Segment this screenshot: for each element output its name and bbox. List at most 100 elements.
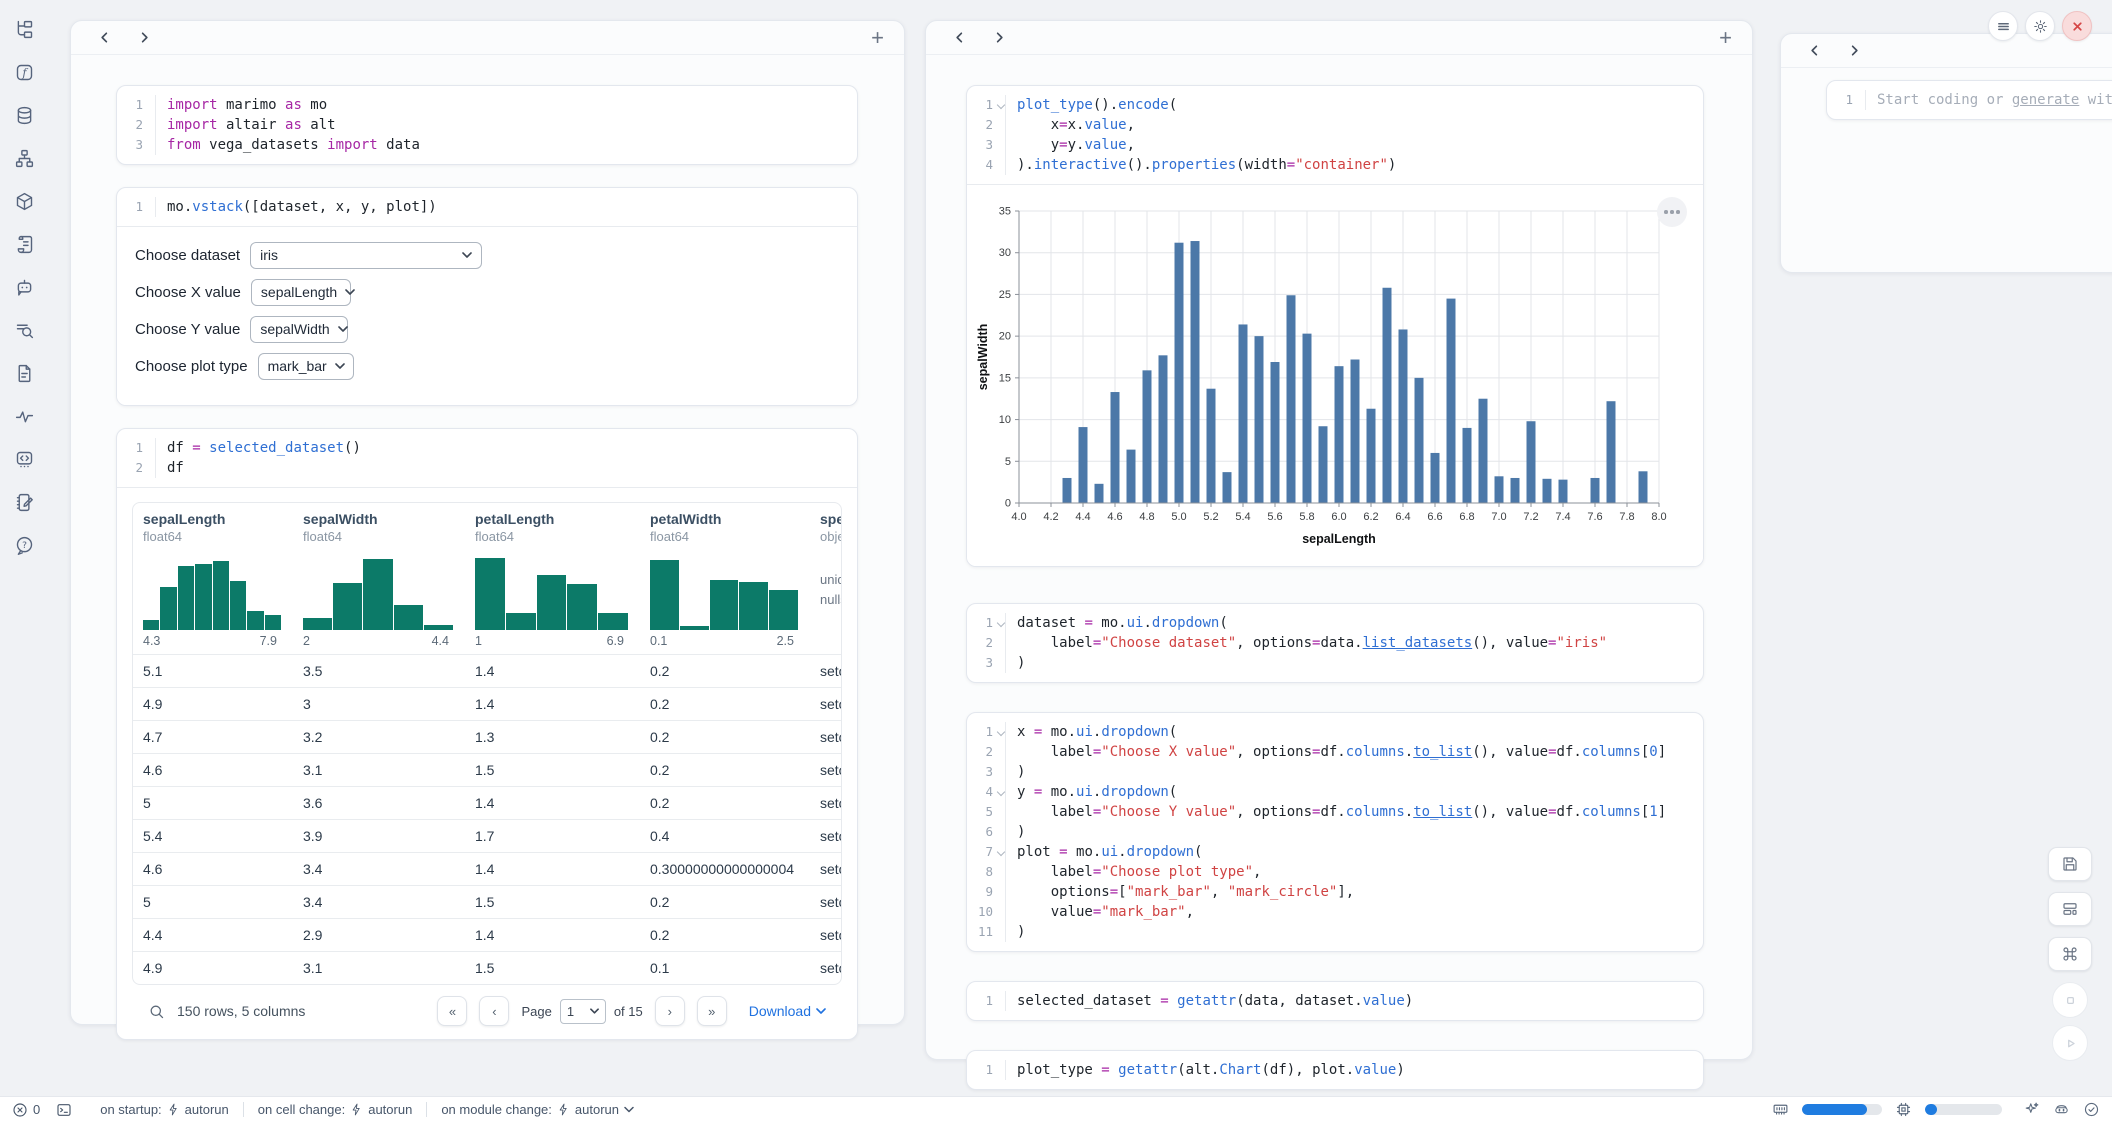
column-histogram	[143, 554, 281, 630]
sparkles-icon[interactable]	[2023, 1101, 2040, 1118]
code-editor[interactable]: 1selected_dataset = getattr(data, datase…	[967, 982, 1703, 1020]
code-line: 3 y=y.value,	[967, 135, 1703, 155]
plot-type-select[interactable]: mark_bar	[258, 353, 354, 380]
file-explorer-icon[interactable]	[11, 16, 37, 42]
on-cell-change-mode[interactable]: on cell change:autorun	[258, 1102, 413, 1117]
datasources-icon[interactable]	[11, 102, 37, 128]
y-value-select[interactable]: sepalWidth	[250, 316, 348, 343]
table-cell: 3.4	[293, 894, 465, 910]
column-header[interactable]: petalLengthfloat6416.9	[465, 503, 640, 654]
next-page-button[interactable]: ›	[655, 996, 685, 1026]
code-editor[interactable]: 1import marimo as mo2import altair as al…	[117, 86, 857, 164]
dataset-select[interactable]: iris	[250, 242, 482, 269]
table-cell: 4.9	[133, 960, 293, 976]
vstack-output: Choose datasetirisChoose X valuesepalLen…	[117, 227, 857, 405]
close-icon[interactable]	[2062, 11, 2092, 41]
code-line: 2import altair as alt	[117, 115, 857, 135]
column-header[interactable]: speciobjecuniqunulls:	[810, 503, 841, 654]
code-editor[interactable]: 1plot_type().encode(2 x=x.value,3 y=y.va…	[967, 86, 1703, 184]
selected-value: sepalWidth	[260, 321, 329, 337]
stop-icon[interactable]	[2052, 982, 2088, 1018]
column-header[interactable]: petalWidthfloat640.12.5	[640, 503, 810, 654]
code-editor[interactable]: 1x = mo.ui.dropdown(2 label="Choose X va…	[967, 713, 1703, 951]
packages-icon[interactable]	[11, 188, 37, 214]
copilot-icon[interactable]	[2053, 1101, 2070, 1118]
table-cell: setos	[810, 828, 841, 844]
error-indicator[interactable]: 0	[12, 1102, 40, 1118]
on-module-change-mode[interactable]: on module change:autorun	[441, 1102, 634, 1117]
table-cell: 0.2	[640, 795, 810, 811]
chevron-down-icon	[338, 326, 348, 332]
gear-icon[interactable]	[2025, 11, 2055, 41]
code-editor[interactable]: 1plot_type = getattr(alt.Chart(df), plot…	[967, 1051, 1703, 1089]
fold-chevron-icon[interactable]	[997, 101, 1005, 109]
tracing-icon[interactable]	[11, 403, 37, 429]
svg-text:sepalLength: sepalLength	[1302, 532, 1376, 546]
table-footer: 150 rows, 5 columns « ‹ Page 1 of 15 › »	[132, 987, 842, 1035]
fold-chevron-icon[interactable]	[997, 619, 1005, 627]
functions-icon[interactable]: f	[11, 59, 37, 85]
column-back-icon[interactable]	[946, 25, 972, 51]
column-back-icon[interactable]	[1801, 38, 1827, 64]
add-cell-button[interactable]: +	[871, 27, 884, 49]
column-header[interactable]: sepalLengthfloat644.37.9	[133, 503, 293, 654]
column-header[interactable]: sepalWidthfloat6424.4	[293, 503, 465, 654]
snippets-icon[interactable]	[11, 446, 37, 472]
code-line: 10 value="mark_bar",	[967, 902, 1703, 922]
fold-chevron-icon[interactable]	[997, 728, 1005, 736]
code-editor[interactable]: 1df = selected_dataset()2df	[117, 429, 857, 487]
documentation-icon[interactable]	[11, 360, 37, 386]
dependencies-icon[interactable]	[11, 145, 37, 171]
scratchpad-icon[interactable]	[11, 489, 37, 515]
fold-chevron-icon[interactable]	[997, 788, 1005, 796]
column-forward-icon[interactable]	[131, 25, 157, 51]
add-cell-button[interactable]: +	[1719, 27, 1732, 49]
on-startup-mode[interactable]: on startup:autorun	[100, 1102, 229, 1117]
table-cell: 4.6	[133, 762, 293, 778]
table-cell: setos	[810, 861, 841, 877]
table-cell: 1.5	[465, 894, 640, 910]
generate-link[interactable]: generate	[2012, 92, 2079, 108]
run-all-icon[interactable]	[2052, 1025, 2088, 1061]
activity-sidebar: f ?	[0, 0, 48, 1080]
page-select[interactable]: 1	[560, 999, 606, 1024]
download-button[interactable]: Download	[749, 1003, 826, 1019]
ai-chat-icon[interactable]	[11, 274, 37, 300]
table-search-icon[interactable]	[148, 1003, 165, 1020]
svg-text:7.2: 7.2	[1523, 511, 1538, 523]
svg-text:30: 30	[999, 247, 1011, 259]
x-value-select[interactable]: sepalLength	[251, 279, 351, 306]
column-forward-icon[interactable]	[1841, 38, 1867, 64]
svg-text:35: 35	[999, 206, 1011, 218]
search-logs-icon[interactable]	[11, 317, 37, 343]
logs-icon[interactable]	[11, 231, 37, 257]
dropdown-row: Choose plot typemark_bar	[135, 352, 839, 380]
chart-menu-icon[interactable]	[1657, 197, 1687, 227]
terminal-icon[interactable]	[56, 1102, 72, 1118]
table-cell: 5.1	[133, 663, 293, 679]
layout-icon[interactable]	[2048, 892, 2092, 926]
connection-status-icon[interactable]	[2083, 1101, 2100, 1118]
last-page-button[interactable]: »	[697, 996, 727, 1026]
table-row: 4.73.21.30.2setos	[133, 720, 841, 753]
chevron-down-icon	[590, 1008, 599, 1014]
code-editor[interactable]: 1dataset = mo.ui.dropdown(2 label="Choos…	[967, 604, 1703, 682]
column-forward-icon[interactable]	[986, 25, 1012, 51]
column-header: +	[71, 21, 904, 55]
table-cell: setos	[810, 696, 841, 712]
prev-page-button[interactable]: ‹	[479, 996, 509, 1026]
column-histogram	[475, 554, 628, 630]
code-editor[interactable]: 1mo.vstack([dataset, x, y, plot])	[117, 188, 857, 226]
code-editor[interactable]: 1 Start coding or generate with	[1827, 81, 2112, 119]
line-number: 5	[967, 802, 1005, 822]
column-back-icon[interactable]	[91, 25, 117, 51]
save-icon[interactable]	[2048, 847, 2092, 881]
fold-chevron-icon[interactable]	[997, 848, 1005, 856]
help-icon[interactable]: ?	[11, 532, 37, 558]
line-number: 3	[967, 653, 1005, 673]
menu-icon[interactable]	[1988, 11, 2018, 41]
first-page-button[interactable]: «	[437, 996, 467, 1026]
line-number: 1	[967, 1060, 1005, 1080]
command-palette-icon[interactable]	[2048, 937, 2092, 971]
table-row: 5.13.51.40.2setos	[133, 654, 841, 687]
